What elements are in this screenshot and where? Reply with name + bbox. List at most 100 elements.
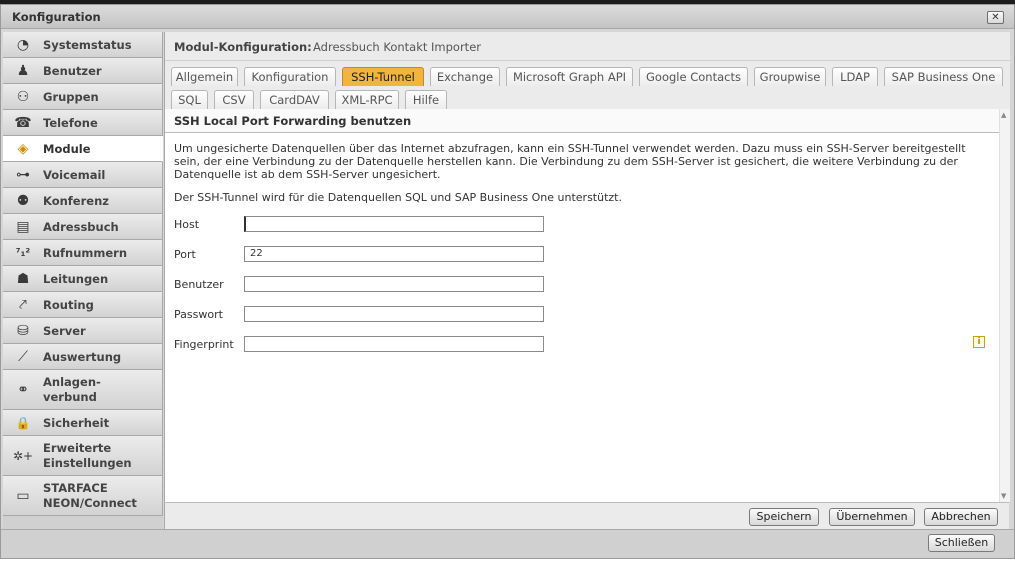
sidebar-item-adressbuch[interactable]: ▤ Adressbuch [3, 214, 163, 240]
module-header: Modul-Konfiguration: Adressbuch Kontakt … [165, 32, 1010, 61]
tab-csv[interactable]: CSV [214, 90, 254, 109]
port-input[interactable]: 22 [244, 246, 544, 262]
section-note: Der SSH-Tunnel wird für die Datenquellen… [174, 191, 622, 204]
module-header-value: Adressbuch Kontakt Importer [313, 40, 481, 54]
phone-icon: ☎ [14, 115, 32, 131]
voicemail-icon: ⊶ [16, 167, 30, 183]
tab-sap-business-one[interactable]: SAP Business One [884, 67, 1003, 86]
vertical-scrollbar[interactable]: ▲ ▼ [999, 109, 1010, 502]
sidebar-item-auswertung[interactable]: ⟋ Auswertung [3, 344, 163, 370]
password-input[interactable] [244, 306, 544, 322]
sidebar-item-label: Voicemail [43, 168, 106, 182]
sidebar-item-label-line2: NEON/Connect [43, 496, 137, 510]
info-icon[interactable]: i [973, 336, 985, 348]
sidebar-item-routing[interactable]: ⤤ Routing [3, 292, 163, 318]
window-footer: Schließen [1, 529, 1014, 558]
user-icon: ♟ [16, 63, 30, 79]
sidebar-item-benutzer[interactable]: ♟ Benutzer [3, 58, 163, 84]
tab-xml-rpc[interactable]: XML-RPC [335, 90, 399, 109]
sidebar-item-systemstatus[interactable]: ◔ Systemstatus [3, 32, 163, 58]
sidebar-item-voicemail[interactable]: ⊶ Voicemail [3, 162, 163, 188]
save-button[interactable]: Speichern [749, 508, 819, 526]
camera-icon: ▭ [16, 488, 30, 504]
sidebar-item-leitungen[interactable]: ☗ Leitungen [3, 266, 163, 292]
sidebar-item-label: Konferenz [43, 194, 109, 208]
sidebar-item-label-line1: Erweiterte [43, 441, 112, 455]
tab-konfiguration[interactable]: Konfiguration [244, 67, 336, 86]
network-icon: ⚭ [17, 382, 29, 398]
fingerprint-input[interactable] [244, 336, 544, 352]
numbers-icon: ⁷₁² [15, 246, 31, 259]
sidebar-item-konferenz[interactable]: ⚉ Konferenz [3, 188, 163, 214]
sidebar-item-label: Auswertung [43, 350, 122, 364]
window-title: Konfiguration [12, 10, 101, 24]
lock-icon: 🔒 [15, 416, 31, 430]
sidebar-item-label-line1: Anlagen- [43, 375, 101, 389]
addressbook-icon: ▤ [16, 219, 30, 235]
sidebar-item-label: Benutzer [43, 64, 102, 78]
host-label: Host [174, 218, 200, 231]
sidebar-item-label: Gruppen [43, 90, 99, 104]
sidebar-item-label: Module [43, 142, 91, 156]
sidebar-item-label: Systemstatus [43, 38, 132, 52]
server-icon: ⛁ [17, 323, 29, 339]
fingerprint-label: Fingerprint [174, 338, 234, 351]
close-button[interactable]: Schließen [928, 534, 995, 552]
content-panel: Modul-Konfiguration: Adressbuch Kontakt … [164, 32, 1010, 502]
tab-google-contacts[interactable]: Google Contacts [639, 67, 748, 86]
user-label: Benutzer [174, 278, 224, 291]
gauge-icon: ◔ [16, 37, 30, 53]
sidebar-item-label: Telefone [43, 116, 98, 130]
sidebar-item-label: Sicherheit [43, 416, 110, 430]
routing-icon: ⤤ [19, 297, 27, 313]
tab-bar: Allgemein Konfiguration SSH-Tunnel Excha… [165, 61, 1010, 109]
sidebar-item-erweiterte-einstellungen[interactable]: ✲+ Erweiterte Einstellungen [3, 436, 163, 476]
close-icon[interactable]: ✕ [987, 11, 1004, 24]
group-icon: ⚇ [16, 89, 30, 105]
section-description: Um ungesicherte Datenquellen über das In… [174, 142, 966, 181]
port-label: Port [174, 248, 196, 261]
sidebar-item-gruppen[interactable]: ⚇ Gruppen [3, 84, 163, 110]
apply-button[interactable]: Übernehmen [829, 508, 915, 526]
sidebar-item-module[interactable]: ◈ Module [3, 136, 163, 162]
sidebar-item-label: Rufnummern [43, 246, 128, 260]
sidebar-item-server[interactable]: ⛁ Server [3, 318, 163, 344]
tab-carddav[interactable]: CardDAV [260, 90, 329, 109]
sidebar-item-starface-neon-connect[interactable]: ▭ STARFACE NEON/Connect [3, 476, 163, 516]
title-bar: Konfiguration ✕ [1, 5, 1014, 29]
tab-ssh-tunnel[interactable]: SSH-Tunnel [342, 67, 424, 86]
tab-groupwise[interactable]: Groupwise [754, 67, 826, 86]
tab-microsoft-graph-api[interactable]: Microsoft Graph API [506, 67, 633, 86]
host-input[interactable] [244, 216, 544, 232]
sidebar-item-label: Adressbuch [43, 220, 119, 234]
tab-hilfe[interactable]: Hilfe [405, 90, 447, 109]
sidebar-item-label: Server [43, 324, 86, 338]
scroll-up-icon[interactable]: ▲ [1001, 111, 1006, 119]
lines-icon: ☗ [16, 271, 30, 287]
password-label: Passwort [174, 308, 223, 321]
sidebar-item-label: Routing [43, 298, 94, 312]
sidebar-item-anlagenverbund[interactable]: ⚭ Anlagen- verbund [3, 370, 163, 410]
action-bar: Speichern Übernehmen Abbrechen [164, 502, 1009, 529]
tab-ldap[interactable]: LDAP [832, 67, 878, 86]
sidebar-item-rufnummern[interactable]: ⁷₁² Rufnummern [3, 240, 163, 266]
advanced-settings-icon: ✲+ [13, 449, 34, 463]
scroll-down-icon[interactable]: ▼ [1001, 492, 1006, 500]
sidebar-item-telefone[interactable]: ☎ Telefone [3, 110, 163, 136]
sidebar-item-sicherheit[interactable]: 🔒 Sicherheit [3, 410, 163, 436]
configuration-window: Konfiguration ✕ ◔ Systemstatus ♟ Benutze… [0, 4, 1015, 559]
cube-icon: ◈ [17, 141, 29, 157]
user-input[interactable] [244, 276, 544, 292]
tab-allgemein[interactable]: Allgemein [171, 67, 238, 86]
section-title: SSH Local Port Forwarding benutzen [174, 114, 412, 128]
chart-icon: ⟋ [18, 349, 28, 365]
sidebar-item-label-line1: STARFACE [43, 481, 108, 495]
sidebar-item-label: Leitungen [43, 272, 109, 286]
module-header-key: Modul-Konfiguration: [174, 40, 312, 54]
tab-sql[interactable]: SQL [171, 90, 208, 109]
tab-exchange[interactable]: Exchange [430, 67, 500, 86]
cancel-button[interactable]: Abbrechen [924, 508, 998, 526]
sidebar-item-label-line2: verbund [43, 390, 97, 404]
sidebar-item-label-line2: Einstellungen [43, 456, 132, 470]
sidebar: ◔ Systemstatus ♟ Benutzer ⚇ Gruppen ☎ Te… [3, 32, 163, 529]
